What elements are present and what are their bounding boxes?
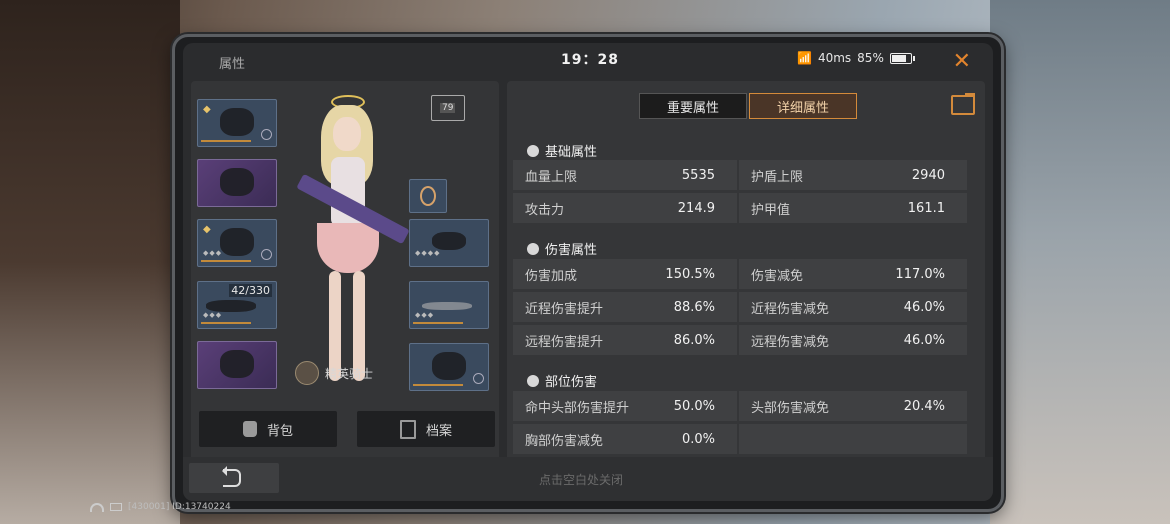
rank-icon — [295, 361, 319, 385]
bag-label: 背包 — [266, 423, 293, 439]
section-basic-title: 基础属性 — [527, 141, 597, 160]
upgrade-dots: ◆◆◆ — [203, 311, 223, 319]
bag-button[interactable]: 背包 — [199, 411, 337, 447]
suit-icon — [220, 228, 254, 256]
background-right — [990, 0, 1170, 524]
durability-bar — [201, 260, 251, 262]
stat-row: 近程伤害减免 46.0% — [739, 292, 967, 322]
document-icon — [399, 419, 416, 439]
durability-bar — [413, 322, 463, 324]
stat-row: 命中头部伤害提升 50.0% — [513, 391, 737, 421]
bottom-bar: 点击空白处关闭 — [183, 457, 993, 501]
helmet-icon — [220, 108, 254, 136]
page-title: 属性 — [219, 57, 246, 72]
archive-label: 档案 — [425, 423, 452, 439]
knife-icon — [422, 302, 472, 310]
slot-rifle[interactable]: 42/330 ◆◆◆ — [197, 281, 277, 329]
level-number: 79 — [440, 103, 456, 113]
character-figure — [283, 91, 419, 391]
slot-knife[interactable]: ◆◆◆ — [409, 281, 489, 329]
upgrade-dots: ◆◆◆ — [203, 249, 223, 257]
rarity-icon — [261, 249, 272, 260]
character-face — [333, 117, 361, 151]
close-hint: 点击空白处关闭 — [539, 473, 624, 487]
slot-pet[interactable] — [197, 341, 277, 389]
durability-bar — [201, 322, 251, 324]
stat-row: 远程伤害提升 86.0% — [513, 325, 737, 355]
stat-row: 伤害加成 150.5% — [513, 259, 737, 289]
upgrade-dots: ◆◆◆◆ — [415, 249, 441, 257]
tab-detail[interactable]: 详细属性 — [749, 93, 857, 119]
game-screen: 属性 19：28 📶 40ms 85% ✕ ◆ ◆ ◆◆◆ 42/330 ◆◆◆… — [183, 43, 993, 501]
stat-row: 护盾上限 2940 — [739, 160, 967, 190]
durability-bar — [413, 384, 463, 386]
back-arrow-icon — [222, 466, 241, 487]
gem-icon: ◆ — [203, 224, 211, 235]
durability-bar — [201, 140, 251, 142]
wifi-icon: 📶 — [797, 51, 812, 65]
ping-value: 40ms — [817, 51, 852, 65]
close-icon[interactable]: ✕ — [953, 49, 971, 74]
section-damage-title: 伤害属性 — [527, 239, 597, 258]
stat-row: 伤害减免 117.0% — [739, 259, 967, 289]
top-bar: 属性 19：28 📶 40ms 85% ✕ — [183, 43, 993, 79]
rank-row: 精英骑士 — [295, 361, 373, 385]
upgrade-dots: ◆◆◆ — [415, 311, 435, 319]
device-frame: 属性 19：28 📶 40ms 85% ✕ ◆ ◆ ◆◆◆ 42/330 ◆◆◆… — [172, 34, 1004, 512]
battery-percent: 85% — [857, 51, 884, 65]
slot-drone[interactable] — [409, 343, 489, 391]
gem-icon: ◆ — [203, 104, 211, 115]
bracelet-icon — [432, 232, 466, 250]
stat-row: 血量上限 5535 — [513, 160, 737, 190]
clock-time: 19：28 — [561, 52, 619, 68]
equipment-panel: ◆ ◆ ◆◆◆ 42/330 ◆◆◆ 79 ◆◆◆◆ ◆◆◆ 精英骑士 背包 档… — [191, 81, 499, 461]
device-icon — [110, 503, 122, 511]
rank-name: 精英骑士 — [325, 366, 374, 381]
stat-row: 头部伤害减免 20.4% — [739, 391, 967, 421]
attributes-panel: 重要属性 详细属性 基础属性 血量上限 5535 护盾上限 2940 攻击力 2… — [507, 81, 985, 461]
section-parts-title: 部位伤害 — [527, 371, 597, 390]
archive-button[interactable]: 档案 — [357, 411, 495, 447]
rarity-icon — [473, 373, 484, 384]
pet-icon — [220, 350, 254, 378]
character-skirt — [317, 223, 379, 273]
stat-row: 近程伤害提升 88.6% — [513, 292, 737, 322]
battery-icon — [889, 52, 915, 64]
slot-ring[interactable] — [409, 179, 447, 213]
stat-row: 攻击力 214.9 — [513, 193, 737, 223]
person-icon — [527, 144, 539, 157]
level-badge[interactable]: 79 — [431, 95, 465, 121]
stat-row: 护甲值 161.1 — [739, 193, 967, 223]
stat-row: 远程伤害减免 46.0% — [739, 325, 967, 355]
player-id: [430001] ID:13740224 — [128, 502, 231, 512]
tab-important[interactable]: 重要属性 — [639, 93, 747, 119]
slot-suit[interactable]: ◆ ◆◆◆ — [197, 219, 277, 267]
stat-row: 胸部伤害减免 0.0% — [513, 424, 737, 454]
ring-icon — [420, 186, 436, 206]
armor-icon — [220, 168, 254, 196]
bag-icon — [242, 421, 257, 437]
status-area: 📶 40ms 85% — [797, 51, 915, 65]
slot-armor[interactable] — [197, 159, 277, 207]
slot-helmet[interactable]: ◆ — [197, 99, 277, 147]
footer-status: [430001] ID:13740224 — [90, 502, 231, 512]
stat-row-empty — [739, 424, 967, 454]
tab-bar: 重要属性 详细属性 — [639, 93, 857, 119]
share-icon[interactable] — [951, 93, 975, 115]
drone-icon — [432, 352, 466, 380]
ammo-count: 42/330 — [229, 284, 272, 297]
wifi-icon — [90, 502, 104, 512]
slot-bracelet[interactable]: ◆◆◆◆ — [409, 219, 489, 267]
background-left — [0, 0, 180, 524]
damage-icon — [527, 242, 539, 255]
target-icon — [527, 374, 539, 387]
back-button[interactable] — [189, 463, 279, 493]
rarity-icon — [261, 129, 272, 140]
